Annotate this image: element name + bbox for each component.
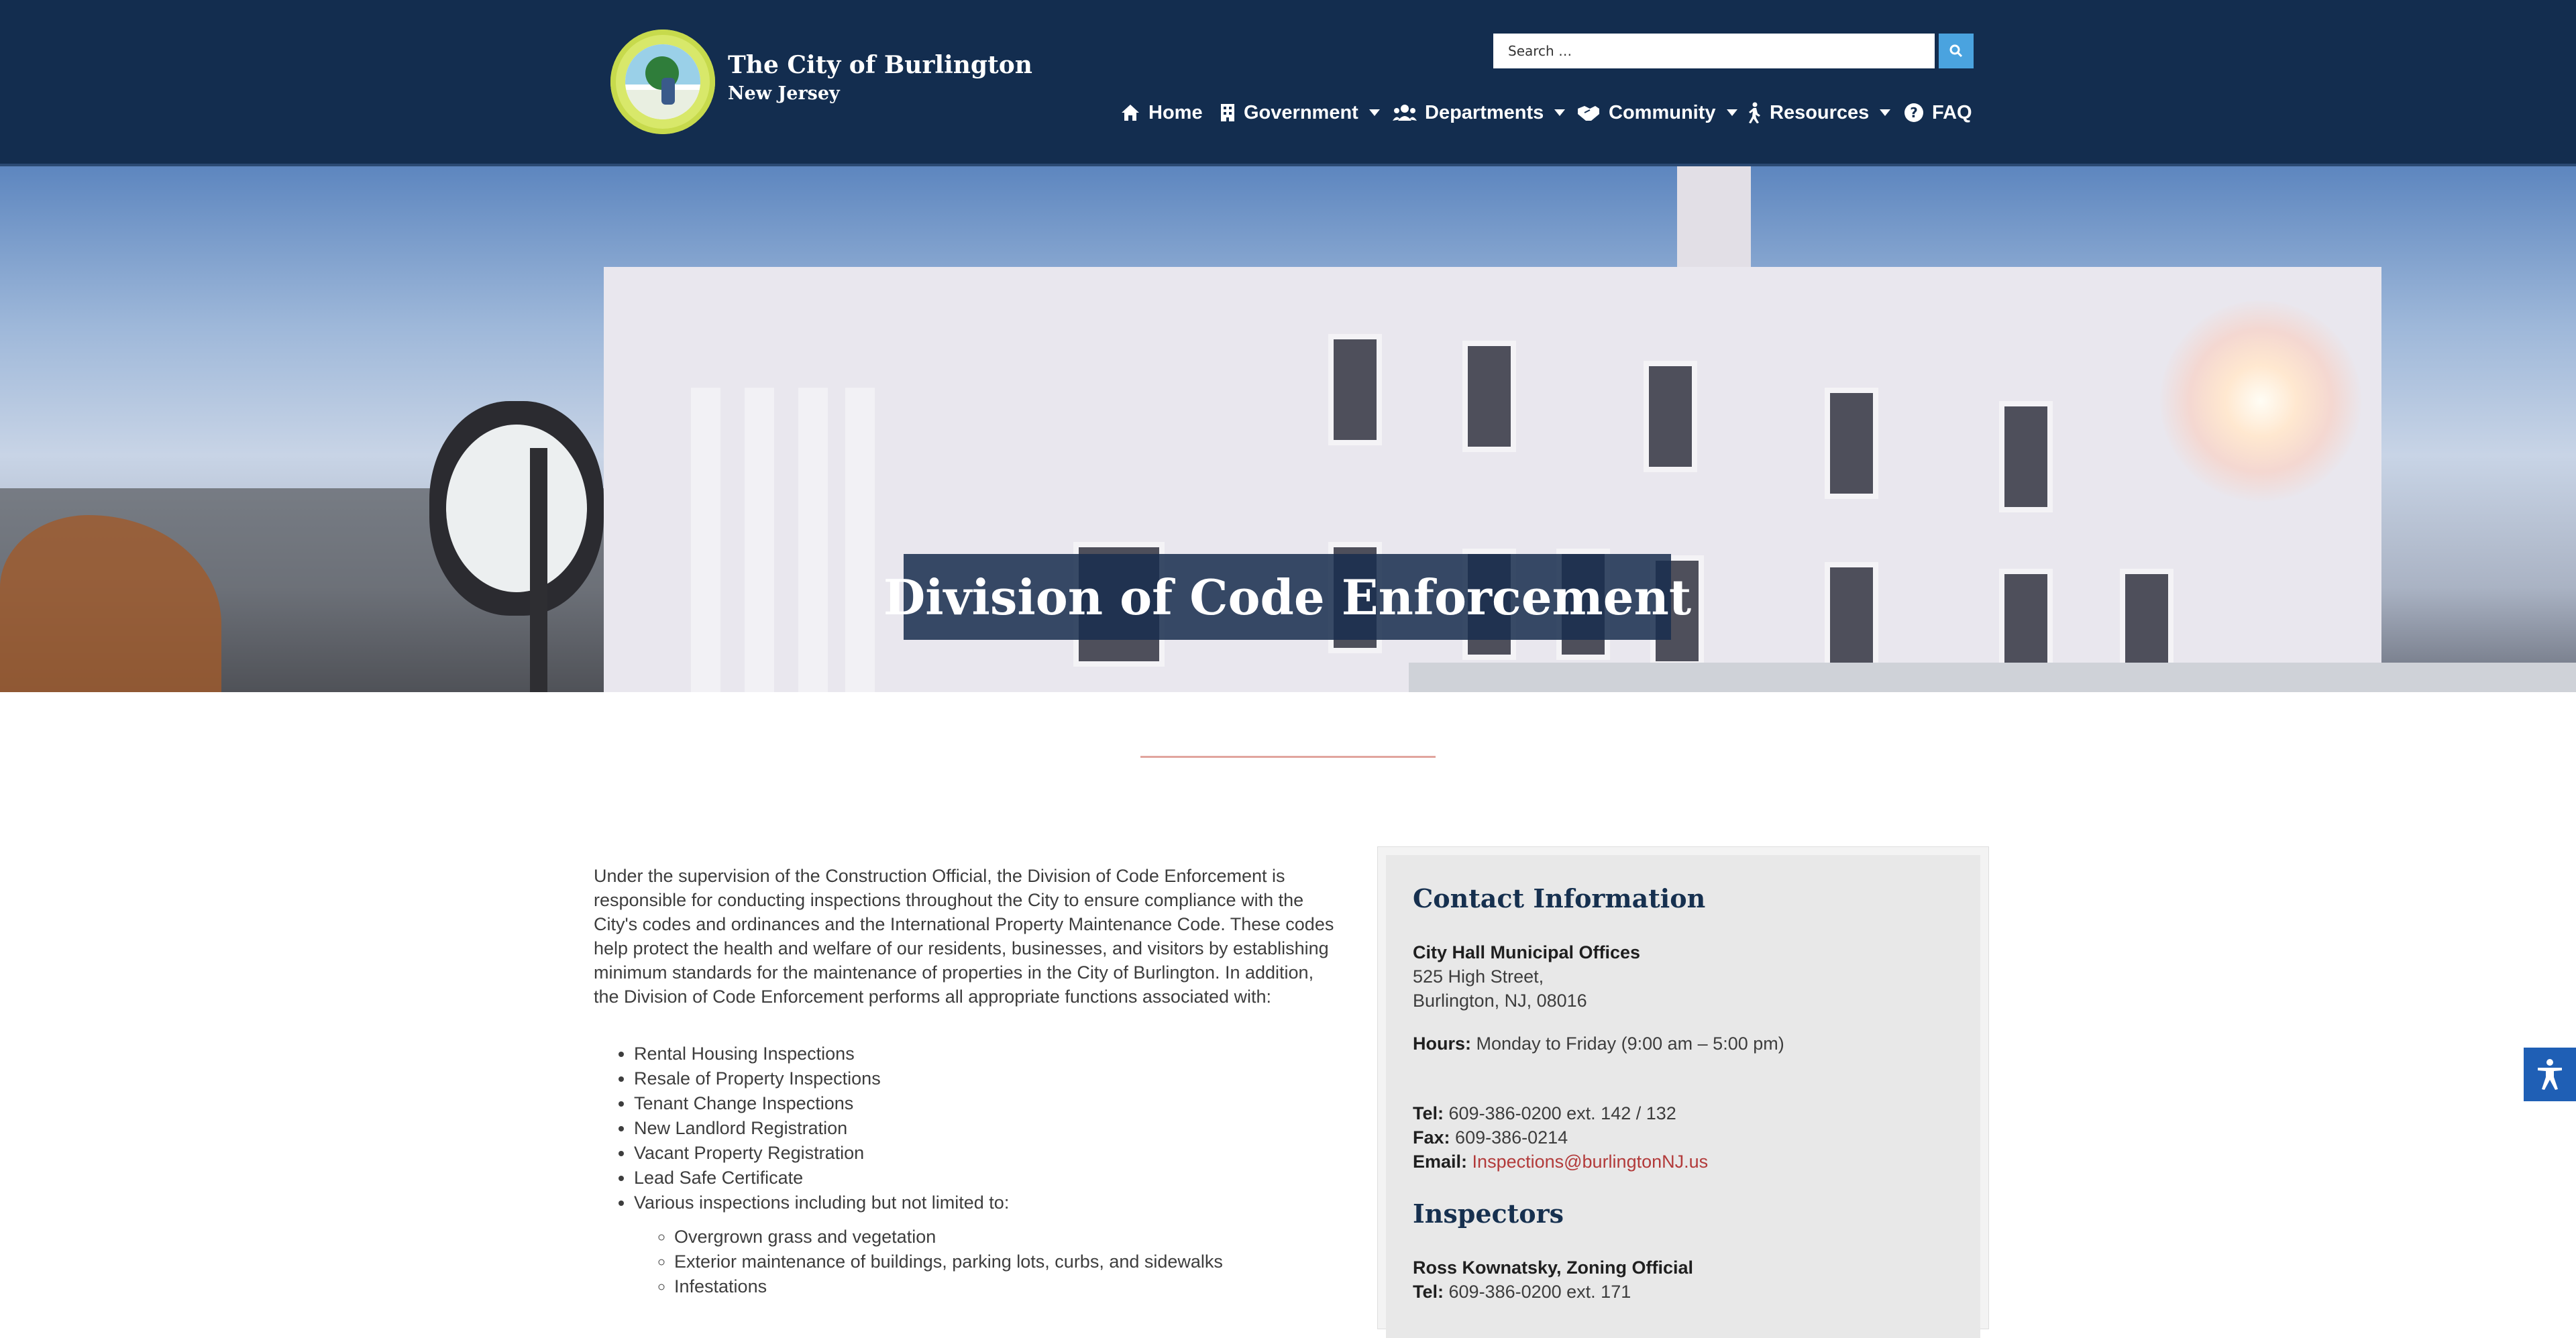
page-title: Division of Code Enforcement [883,568,1692,626]
chevron-down-icon [1368,109,1380,116]
site-subtitle: New Jersey [728,83,840,104]
list-item: Rental Housing Inspections [634,1042,1372,1066]
email-link[interactable]: Inspections@burlingtonNJ.us [1472,1152,1709,1172]
fax-value: 609-386-0214 [1455,1127,1568,1148]
building-icon [1221,104,1234,121]
list-item: Vacant Property Registration [634,1141,1372,1166]
nav-community[interactable]: Community [1576,98,1737,127]
chevron-down-icon [1726,109,1737,116]
list-item: Tenant Change Inspections [634,1091,1372,1116]
section-divider [1140,756,1436,758]
email: Email: Inspections@burlingtonNJ.us [1413,1152,1708,1172]
search-input[interactable] [1493,34,1935,68]
nav-resources-label: Resources [1770,101,1870,123]
contact-sidebar: Contact Information City Hall Municipal … [1377,846,1989,1338]
hero-title-box: Division of Code Enforcement [883,554,1691,640]
city-seal-image [625,44,700,119]
hours-value: Monday to Friday (9:00 am – 5:00 pm) [1476,1034,1784,1054]
accessibility-icon [2538,1059,2562,1090]
hero-parked-cars [1409,663,2576,692]
home-icon [1122,105,1139,121]
chevron-down-icon [1880,109,1891,116]
office-name: City Hall Municipal Offices [1413,942,1641,962]
users-icon [1393,105,1417,121]
hero-sun [2160,300,2361,502]
nav-government[interactable]: Government [1220,98,1380,127]
hero-banner: Division of Code Enforcement [0,166,2576,692]
fax-label: Fax: [1413,1127,1450,1148]
search-icon [1949,44,1963,58]
city-seal-logo[interactable] [610,30,715,134]
nav-faq[interactable]: ? FAQ [1904,98,1972,127]
functions-list: Rental Housing Inspections Resale of Pro… [594,1042,1372,1215]
inspectors-heading: Inspectors [1413,1198,1564,1229]
address-line-1: 525 High Street, [1413,966,1544,987]
chevron-down-icon [1554,109,1566,116]
list-item: Various inspections including but not li… [634,1190,1372,1215]
office-hours: Hours: Monday to Friday (9:00 am – 5:00 … [1413,1034,1784,1054]
list-item: New Landlord Registration [634,1116,1372,1141]
svg-text:?: ? [1910,105,1918,121]
email-label: Email: [1413,1152,1468,1172]
inspector-tel-value: 609-386-0200 ext. 171 [1448,1282,1631,1302]
hero-clock-face [446,425,587,592]
list-item: Overgrown grass and vegetation [674,1225,1412,1249]
list-item: Infestations [674,1274,1412,1299]
address-line-2: Burlington, NJ, 08016 [1413,991,1587,1011]
walking-icon [1749,102,1760,123]
list-item: Resale of Property Inspections [634,1066,1372,1091]
contact-card: Contact Information City Hall Municipal … [1386,855,1980,1338]
tel-value: 609-386-0200 ext. 142 / 132 [1448,1103,1676,1123]
handshake-icon [1578,106,1599,121]
nav-resources[interactable]: Resources [1747,98,1891,127]
nav-departments[interactable]: Departments [1393,98,1566,127]
nav-government-label: Government [1244,101,1358,123]
contact-heading: Contact Information [1413,883,1706,913]
list-item: Exterior maintenance of buildings, parki… [674,1249,1412,1274]
search-button[interactable] [1939,34,1974,68]
tel-label: Tel: [1413,1103,1444,1123]
list-item: Lead Safe Certificate [634,1166,1372,1190]
nav-community-label: Community [1609,101,1716,123]
question-circle-icon: ? [1904,103,1923,122]
nav-home[interactable]: Home [1120,98,1203,127]
nav-faq-label: FAQ [1932,101,1972,123]
fax: Fax: 609-386-0214 [1413,1127,1568,1148]
site-header: The City of Burlington New Jersey Home G… [0,0,2576,166]
site-title[interactable]: The City of Burlington [728,51,1032,79]
inspections-sublist: Overgrown grass and vegetation Exterior … [634,1225,1412,1299]
telephone: Tel: 609-386-0200 ext. 142 / 132 [1413,1103,1676,1124]
nav-departments-label: Departments [1425,101,1544,123]
hours-label: Hours: [1413,1034,1471,1054]
inspector-telephone: Tel: 609-386-0200 ext. 171 [1413,1282,1631,1302]
hero-clock-post [530,448,547,692]
inspector-name: Ross Kownatsky, Zoning Official [1413,1258,1694,1278]
inspector-tel-label: Tel: [1413,1282,1444,1302]
intro-paragraph: Under the supervision of the Constructio… [594,866,1334,1007]
accessibility-button[interactable] [2524,1048,2576,1101]
nav-home-label: Home [1148,101,1203,123]
